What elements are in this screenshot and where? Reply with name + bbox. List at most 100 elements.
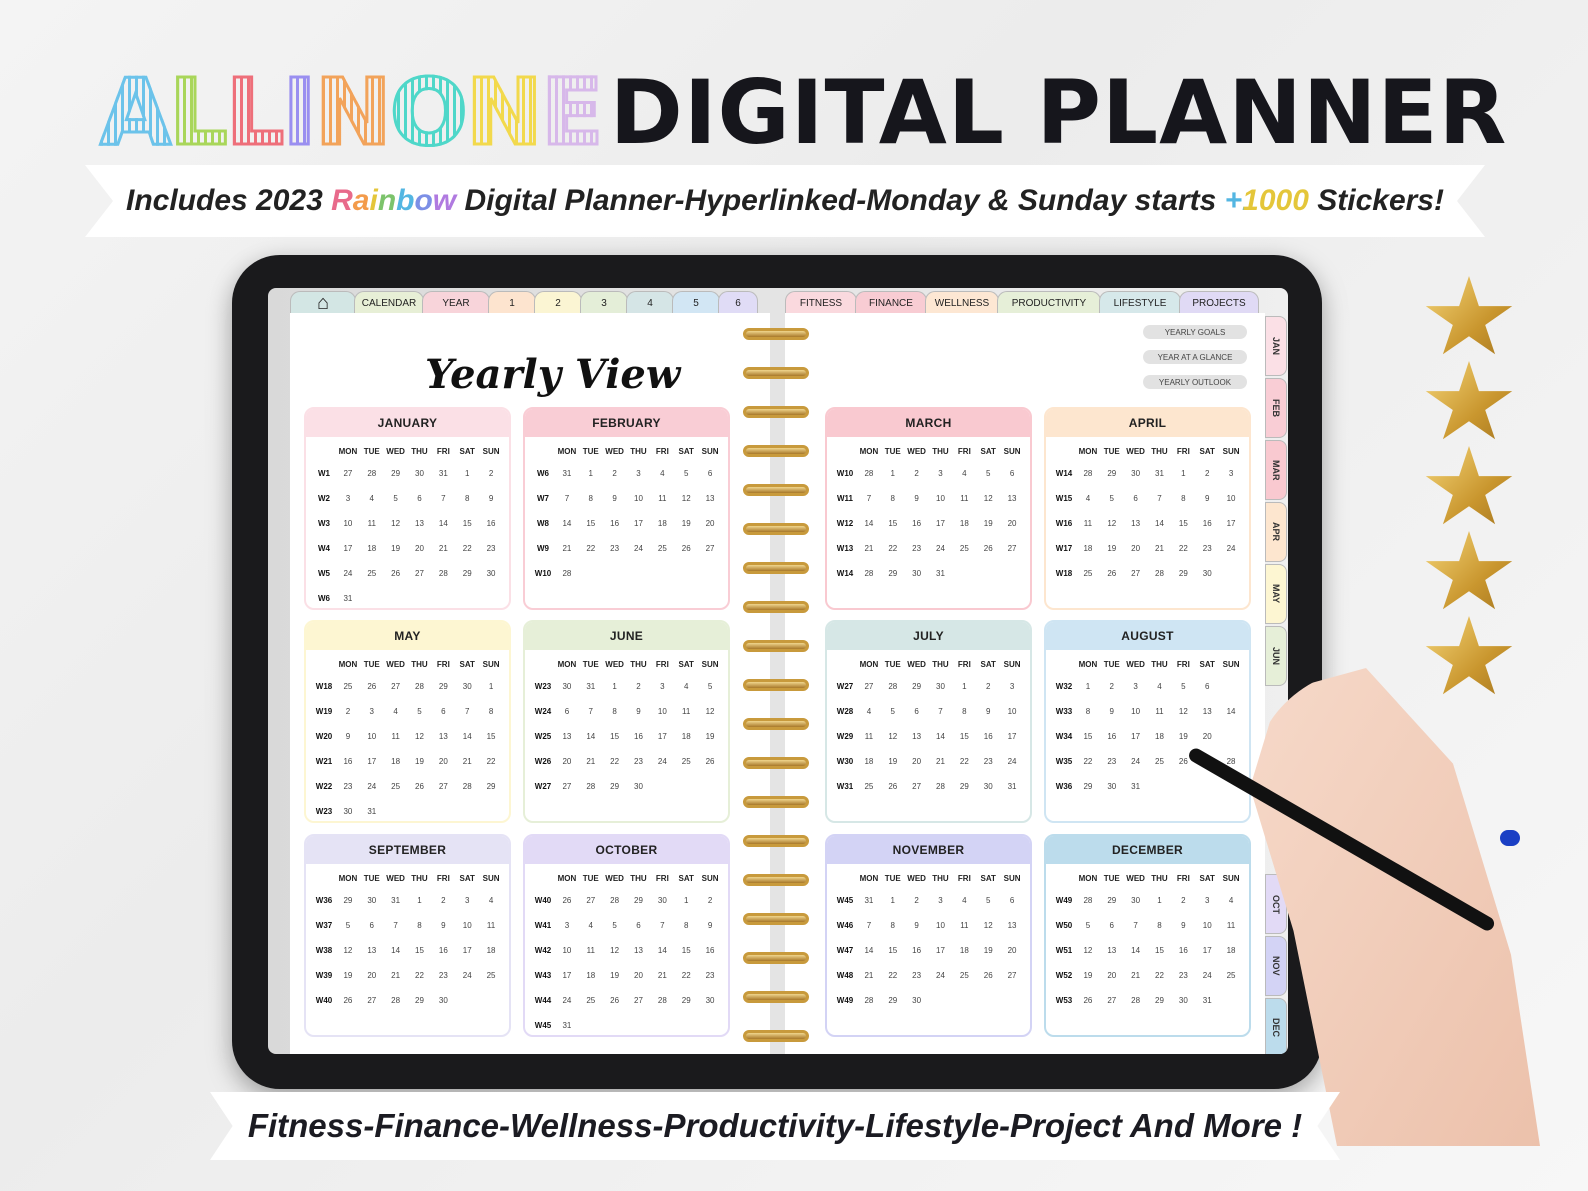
week-number[interactable]: W29 [833, 724, 857, 749]
day-cell[interactable]: 9 [905, 486, 929, 511]
week-number[interactable]: W17 [1052, 536, 1076, 561]
day-cell[interactable] [479, 586, 503, 611]
week-number[interactable]: W23 [312, 799, 336, 824]
day-cell[interactable]: 27 [336, 461, 360, 486]
day-cell[interactable]: 20 [1000, 938, 1024, 963]
side-tab-jun[interactable]: JUN [1265, 626, 1287, 686]
week-number[interactable]: W19 [312, 699, 336, 724]
day-cell[interactable]: 3 [555, 913, 579, 938]
day-cell[interactable]: 23 [479, 536, 503, 561]
day-cell[interactable]: 5 [1100, 486, 1124, 511]
day-cell[interactable] [1171, 774, 1195, 799]
day-cell[interactable]: 14 [431, 511, 455, 536]
day-cell[interactable] [698, 1013, 722, 1038]
day-cell[interactable]: 5 [603, 913, 627, 938]
day-cell[interactable]: 6 [1100, 913, 1124, 938]
day-cell[interactable]: 20 [698, 511, 722, 536]
tab-3[interactable]: 3 [580, 291, 628, 315]
day-cell[interactable]: 15 [952, 724, 976, 749]
day-cell[interactable]: 8 [952, 699, 976, 724]
day-cell[interactable]: 1 [455, 461, 479, 486]
week-number[interactable]: W38 [312, 938, 336, 963]
day-cell[interactable]: 6 [698, 461, 722, 486]
day-cell[interactable]: 25 [360, 561, 384, 586]
day-cell[interactable]: 20 [555, 749, 579, 774]
day-cell[interactable]: 25 [1148, 749, 1172, 774]
day-cell[interactable]: 7 [384, 913, 408, 938]
day-cell[interactable]: 29 [627, 888, 651, 913]
day-cell[interactable]: 11 [674, 699, 698, 724]
day-cell[interactable]: 18 [1076, 536, 1100, 561]
day-cell[interactable]: 9 [603, 486, 627, 511]
day-cell[interactable]: 18 [1219, 938, 1243, 963]
tab-2[interactable]: 2 [534, 291, 582, 315]
week-number[interactable]: W40 [312, 988, 336, 1013]
day-cell[interactable]: 3 [627, 461, 651, 486]
day-cell[interactable]: 13 [698, 486, 722, 511]
day-cell[interactable]: 15 [479, 724, 503, 749]
week-number[interactable]: W32 [1052, 674, 1076, 699]
day-cell[interactable]: 27 [1124, 561, 1148, 586]
day-cell[interactable] [479, 988, 503, 1013]
day-cell[interactable]: 18 [579, 963, 603, 988]
day-cell[interactable]: 30 [555, 674, 579, 699]
day-cell[interactable]: 8 [479, 699, 503, 724]
day-cell[interactable]: 10 [929, 913, 953, 938]
day-cell[interactable]: 13 [360, 938, 384, 963]
day-cell[interactable] [650, 774, 674, 799]
day-cell[interactable]: 20 [1000, 511, 1024, 536]
day-cell[interactable]: 10 [336, 511, 360, 536]
day-cell[interactable]: 28 [384, 988, 408, 1013]
day-cell[interactable]: 6 [555, 699, 579, 724]
home-icon[interactable]: ⌂ [290, 291, 356, 315]
day-cell[interactable]: 30 [1124, 461, 1148, 486]
day-cell[interactable]: 2 [431, 888, 455, 913]
quick-link-yearly-outlook[interactable]: YEARLY OUTLOOK [1143, 375, 1247, 389]
day-cell[interactable]: 1 [952, 674, 976, 699]
day-cell[interactable]: 17 [627, 511, 651, 536]
day-cell[interactable]: 12 [698, 699, 722, 724]
day-cell[interactable]: 29 [1076, 774, 1100, 799]
day-cell[interactable]: 30 [1100, 774, 1124, 799]
day-cell[interactable]: 31 [336, 586, 360, 611]
day-cell[interactable]: 24 [360, 774, 384, 799]
day-cell[interactable]: 14 [650, 938, 674, 963]
day-cell[interactable] [674, 1013, 698, 1038]
day-cell[interactable]: 5 [976, 461, 1000, 486]
day-cell[interactable]: 28 [360, 461, 384, 486]
day-cell[interactable]: 25 [857, 774, 881, 799]
day-cell[interactable]: 5 [1171, 674, 1195, 699]
day-cell[interactable]: 17 [555, 963, 579, 988]
day-cell[interactable]: 8 [881, 486, 905, 511]
day-cell[interactable]: 20 [360, 963, 384, 988]
day-cell[interactable]: 18 [650, 511, 674, 536]
day-cell[interactable]: 29 [1148, 988, 1172, 1013]
day-cell[interactable]: 1 [674, 888, 698, 913]
day-cell[interactable]: 25 [674, 749, 698, 774]
day-cell[interactable]: 20 [1100, 963, 1124, 988]
week-number[interactable]: W18 [1052, 561, 1076, 586]
day-cell[interactable]: 15 [408, 938, 432, 963]
day-cell[interactable]: 19 [976, 511, 1000, 536]
day-cell[interactable]: 23 [976, 749, 1000, 774]
week-number[interactable]: W15 [1052, 486, 1076, 511]
day-cell[interactable]: 13 [408, 511, 432, 536]
day-cell[interactable]: 21 [929, 749, 953, 774]
day-cell[interactable] [952, 988, 976, 1013]
week-number[interactable]: W47 [833, 938, 857, 963]
day-cell[interactable] [952, 561, 976, 586]
day-cell[interactable]: 11 [1219, 913, 1243, 938]
day-cell[interactable]: 19 [336, 963, 360, 988]
week-number[interactable]: W49 [833, 988, 857, 1013]
day-cell[interactable]: 25 [336, 674, 360, 699]
day-cell[interactable]: 4 [952, 461, 976, 486]
week-number[interactable]: W11 [833, 486, 857, 511]
week-number[interactable]: W43 [531, 963, 555, 988]
day-cell[interactable]: 16 [976, 724, 1000, 749]
tab-year[interactable]: YEAR [422, 291, 490, 315]
day-cell[interactable]: 13 [1000, 913, 1024, 938]
day-cell[interactable] [627, 1013, 651, 1038]
day-cell[interactable]: 5 [336, 913, 360, 938]
week-number[interactable]: W51 [1052, 938, 1076, 963]
day-cell[interactable]: 26 [384, 561, 408, 586]
